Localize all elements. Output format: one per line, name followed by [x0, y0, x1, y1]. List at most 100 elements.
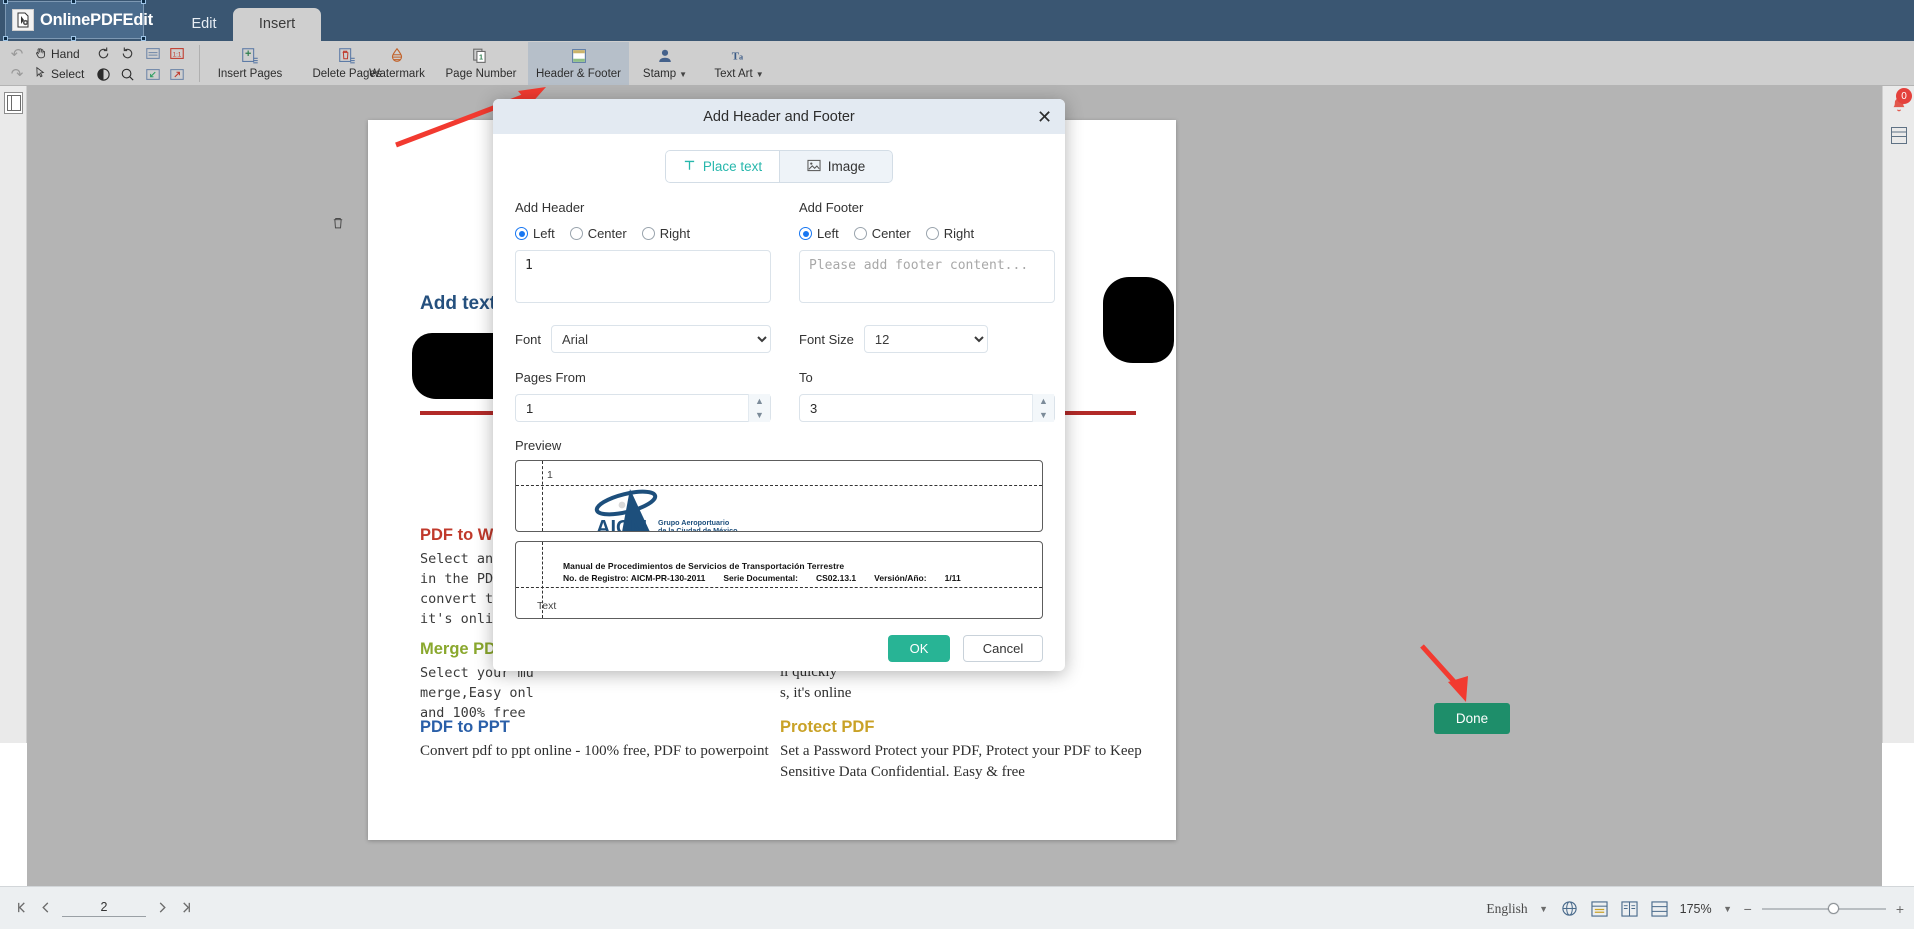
crop-icon[interactable] [166, 64, 188, 84]
toolbar-item-label: Text Art▼ [714, 68, 763, 80]
scroll-view-icon[interactable] [1650, 899, 1670, 919]
header-footer-row: Add Header Left Center Right [515, 183, 1043, 422]
radio-indicator [799, 227, 812, 240]
header-align-right-label: Right [660, 226, 690, 241]
toolbar-item-insert-pages[interactable]: Insert Pages [201, 42, 299, 85]
radio-indicator [570, 227, 583, 240]
rotate-left-icon[interactable] [92, 43, 114, 63]
sidebar-toggle-icon[interactable] [4, 92, 23, 114]
pages-from-stepper[interactable]: ▲ ▼ [515, 394, 771, 422]
stepper-down-icon[interactable]: ▼ [1033, 408, 1054, 422]
stepper-up-icon[interactable]: ▲ [749, 394, 770, 408]
prev-page-icon[interactable] [38, 898, 53, 916]
toolbar-item-header-footer[interactable]: Header & Footer [528, 42, 629, 85]
select-tool-button[interactable]: Select [34, 64, 84, 83]
stepper-up-icon[interactable]: ▲ [1033, 394, 1054, 408]
preview-header-number: 1 [547, 469, 553, 481]
zoom-in-button[interactable]: + [1896, 901, 1904, 917]
header-align-right[interactable]: Right [642, 226, 690, 241]
page-number-icon: 1 [471, 45, 491, 66]
toolbar-item-stamp[interactable]: Stamp▼ [631, 42, 699, 85]
dialog-actions: OK Cancel [515, 635, 1043, 662]
zoom-level-label[interactable]: 175% [1680, 902, 1712, 916]
add-header-footer-dialog: Add Header and Footer ✕ Place text Image [493, 99, 1065, 671]
next-page-icon[interactable] [155, 898, 170, 916]
stepper-arrows: ▲ ▼ [1032, 394, 1054, 422]
delete-page-icon[interactable] [327, 212, 349, 234]
zoom-out-button[interactable]: − [1744, 901, 1752, 917]
footer-content-input[interactable] [799, 250, 1055, 303]
zoom-slider-knob[interactable] [1828, 903, 1839, 914]
chevron-down-icon: ▼ [679, 70, 687, 79]
radio-indicator [854, 227, 867, 240]
preview-logo: AICM Grupo Aeroportuario de la Ciudad de… [578, 485, 758, 532]
page-number-input[interactable] [62, 897, 146, 917]
one-to-one-icon[interactable]: 1:1 [166, 43, 188, 63]
single-page-view-icon[interactable] [1590, 899, 1610, 919]
font-size-select[interactable]: 891011121416182024 [864, 325, 988, 353]
hand-tool-button[interactable]: Hand [34, 44, 80, 63]
app-logo[interactable]: OnlinePDFEdit [6, 2, 143, 38]
doc-section-body: Set a Password Protect your PDF, Protect… [780, 741, 1170, 783]
footer-align-center-label: Center [872, 226, 911, 241]
footer-align-left-label: Left [817, 226, 839, 241]
fit-width-icon[interactable] [142, 43, 164, 63]
language-label[interactable]: English [1486, 901, 1527, 917]
pages-panel-icon[interactable] [1888, 124, 1910, 146]
toolbar-item-watermark[interactable]: Watermark [353, 42, 441, 85]
rotate-right-icon[interactable] [116, 43, 138, 63]
app-name: OnlinePDFEdit [40, 11, 153, 30]
pages-from-input[interactable] [516, 395, 770, 421]
font-select[interactable]: ArialTimes New RomanCourier NewHelvetica… [551, 325, 771, 353]
add-header-label: Add Header [515, 200, 771, 215]
preview-logo-sub2: de la Ciudad de México [658, 526, 738, 532]
footer-column: Add Footer Left Center Right [799, 183, 1055, 422]
close-icon[interactable]: ✕ [1033, 105, 1056, 128]
stepper-down-icon[interactable]: ▼ [749, 408, 770, 422]
toolbar-item-text-art[interactable]: Ta Text Art▼ [700, 42, 778, 85]
toolbar-item-label: Watermark [369, 68, 425, 80]
globe-icon[interactable] [1560, 899, 1580, 919]
chevron-down-icon[interactable]: ▼ [1538, 899, 1550, 919]
done-button[interactable]: Done [1434, 703, 1510, 734]
pages-to-label: To [799, 370, 1055, 385]
font-row: Font ArialTimes New RomanCourier NewHelv… [515, 325, 771, 353]
ok-button[interactable]: OK [888, 635, 950, 662]
header-align-center[interactable]: Center [570, 226, 627, 241]
doc-section: Protect PDF Set a Password Protect your … [780, 718, 1170, 783]
toolbar: ↶ ↷ Hand Select 1:1 [0, 41, 1914, 86]
preview-footer-box: Manual de Procedimientos de Servicios de… [515, 541, 1043, 619]
footer-align-center[interactable]: Center [854, 226, 911, 241]
status-bar: English ▼ 175% ▼ − + [0, 886, 1914, 929]
pages-to-input[interactable] [800, 395, 1054, 421]
redaction-mark [1103, 277, 1174, 363]
header-content-input[interactable] [515, 250, 771, 303]
fit-page-icon[interactable] [142, 64, 164, 84]
toolbar-item-page-number[interactable]: 1 Page Number [438, 42, 524, 85]
tab-place-text[interactable]: Place text [665, 150, 779, 183]
cancel-button[interactable]: Cancel [963, 635, 1043, 662]
magnifier-icon[interactable] [116, 64, 138, 84]
pages-to-stepper[interactable]: ▲ ▼ [799, 394, 1055, 422]
facing-page-view-icon[interactable] [1620, 899, 1640, 919]
preview-footer-text: Text [537, 600, 556, 612]
undo-icon[interactable]: ↶ [6, 44, 28, 64]
footer-align-left[interactable]: Left [799, 226, 839, 241]
tab-insert[interactable]: Insert [233, 8, 321, 41]
toolbar-item-label: Insert Pages [218, 68, 283, 80]
footer-align-right[interactable]: Right [926, 226, 974, 241]
right-rail: 0 [1882, 86, 1914, 743]
last-page-icon[interactable] [179, 898, 194, 916]
zoom-slider[interactable] [1762, 902, 1886, 916]
app-logo-icon [12, 9, 34, 31]
contrast-icon[interactable] [92, 64, 114, 84]
hand-icon [34, 46, 47, 61]
header-align-left[interactable]: Left [515, 226, 555, 241]
first-page-icon[interactable] [14, 898, 29, 916]
preview-doc-line1: Manual de Procedimientos de Servicios de… [563, 561, 844, 571]
text-art-icon: Ta [729, 45, 749, 66]
tab-image[interactable]: Image [779, 150, 893, 183]
chevron-down-icon[interactable]: ▼ [1722, 899, 1734, 919]
redo-icon[interactable]: ↷ [6, 64, 28, 84]
doc-section-body: Select your mu merge,Easy onl and 100% f… [420, 663, 770, 723]
